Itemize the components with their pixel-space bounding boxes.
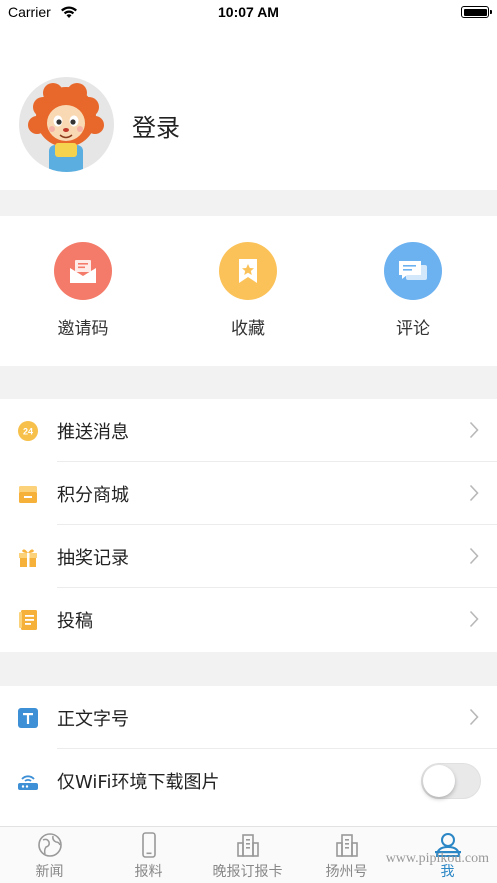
- tab-label: 报料: [134, 864, 163, 880]
- menu-item-label: 正文字号: [57, 709, 129, 730]
- section-separator: [0, 366, 497, 399]
- favorites-label: 收藏: [231, 319, 265, 339]
- tab-news[interactable]: 新闻: [0, 832, 99, 881]
- tab-report[interactable]: 报料: [99, 832, 198, 881]
- chevron-right-icon: [469, 484, 479, 506]
- menu-item-text-size[interactable]: 正文字号: [0, 686, 497, 749]
- menu-item-label: 抽奖记录: [57, 548, 129, 569]
- menu-group-1: 24 推送消息 积分商城 抽奖记录 投稿: [0, 399, 497, 651]
- menu-item-push-messages[interactable]: 24 推送消息: [0, 399, 497, 462]
- watermark: www.pipikou.com: [385, 851, 489, 866]
- clock-24-icon: 24: [17, 420, 39, 442]
- quick-actions: 邀请码 收藏 评论: [0, 216, 497, 366]
- menu-item-label: 积分商城: [57, 485, 129, 506]
- menu-item-label: 推送消息: [57, 422, 129, 443]
- chevron-right-icon: [469, 610, 479, 632]
- login-label[interactable]: 登录: [132, 108, 180, 143]
- tab-label: 新闻: [35, 864, 64, 880]
- gift-icon: [17, 546, 39, 568]
- comments-button[interactable]: 评论: [353, 242, 473, 339]
- menu-item-lottery-records[interactable]: 抽奖记录: [0, 525, 497, 588]
- invite-code-label: 邀请码: [57, 319, 109, 339]
- svg-text:24: 24: [23, 427, 33, 437]
- text-size-icon: [17, 707, 39, 729]
- tab-yangzhou-account[interactable]: 扬州号: [297, 832, 396, 881]
- store-icon: [17, 483, 39, 505]
- bookmark-star-icon: [219, 242, 277, 300]
- chevron-right-icon: [469, 547, 479, 569]
- menu-item-points-mall[interactable]: 积分商城: [0, 462, 497, 525]
- battery-icon: [461, 6, 492, 18]
- comments-label: 评论: [396, 319, 430, 339]
- tab-newspaper-card[interactable]: 晚报订报卡: [198, 832, 297, 881]
- chevron-right-icon: [469, 708, 479, 730]
- phone-icon: [99, 832, 198, 858]
- notebook-icon: [17, 609, 39, 631]
- menu-item-label: 投稿: [57, 611, 93, 632]
- menu-item-label: 仅WiFi环境下载图片: [57, 772, 220, 793]
- menu-group-2: 正文字号 仅WiFi环境下载图片: [0, 686, 497, 812]
- building-icon: [198, 832, 297, 858]
- tab-label: 扬州号: [325, 864, 368, 880]
- section-separator: [0, 190, 497, 216]
- status-bar: Carrier 10:07 AM: [0, 0, 497, 26]
- building-icon: [297, 832, 396, 858]
- clock: 10:07 AM: [218, 4, 279, 20]
- chat-bubble-icon: [384, 242, 442, 300]
- chevron-right-icon: [469, 421, 479, 443]
- wifi-only-toggle[interactable]: [421, 763, 481, 799]
- toggle-knob: [423, 765, 455, 797]
- wifi-router-icon: [17, 770, 39, 792]
- tab-label: 晚报订报卡: [212, 864, 283, 880]
- globe-icon: [0, 832, 99, 858]
- profile-header[interactable]: 登录: [0, 26, 497, 190]
- menu-item-wifi-only-images: 仅WiFi环境下载图片: [0, 749, 497, 812]
- section-separator: [0, 652, 497, 686]
- menu-item-submission[interactable]: 投稿: [0, 588, 497, 651]
- favorites-button[interactable]: 收藏: [188, 242, 308, 339]
- envelope-icon: [54, 242, 112, 300]
- avatar[interactable]: [19, 77, 114, 172]
- invite-code-button[interactable]: 邀请码: [23, 242, 143, 339]
